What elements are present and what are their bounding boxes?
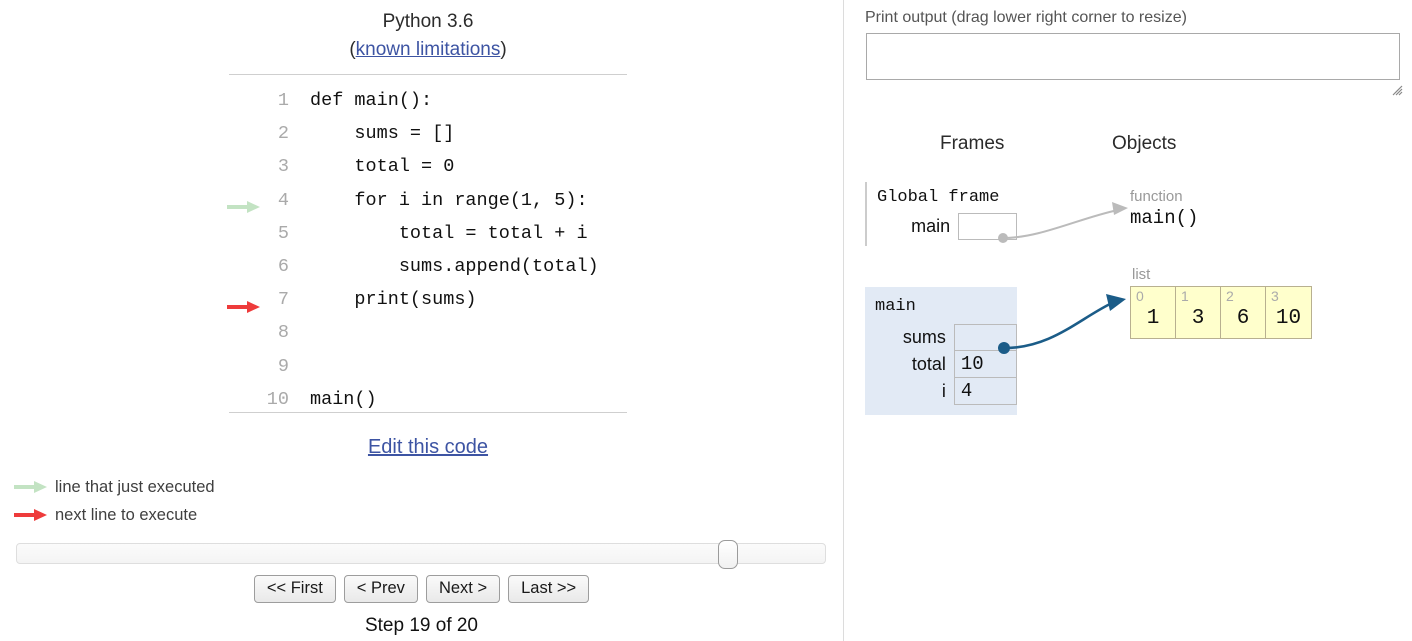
- table-row: main: [867, 213, 1017, 240]
- list-cell: 26: [1221, 287, 1266, 338]
- code-line-3[interactable]: 3 total = 0: [229, 150, 627, 183]
- main-frame-variables: sums total 10 i 4: [865, 324, 1018, 405]
- function-object-name: main(): [1130, 207, 1199, 229]
- line-source: print(sums): [310, 289, 477, 311]
- variable-value-total: 10: [953, 350, 1018, 378]
- code-line-7[interactable]: 7 print(sums): [227, 283, 627, 316]
- next-button[interactable]: Next >: [425, 575, 501, 603]
- objects-heading: Objects: [1112, 133, 1177, 154]
- global-frame: Global frame main: [865, 182, 1017, 246]
- variable-value-i: 4: [953, 377, 1018, 405]
- code-line-9[interactable]: 9: [229, 350, 627, 383]
- python-version-label: Python 3.6: [382, 11, 474, 32]
- prev-button[interactable]: < Prev: [343, 575, 418, 603]
- table-row: sums: [865, 324, 1018, 351]
- line-source: for i in range(1, 5):: [310, 189, 588, 211]
- edit-this-code-link[interactable]: Edit this code: [368, 436, 488, 458]
- list-cell: 01: [1131, 287, 1176, 338]
- code-line-1[interactable]: 1 def main():: [229, 84, 627, 117]
- line-number: 9: [277, 355, 289, 377]
- line-source: total = 0: [310, 156, 455, 178]
- variable-name-i: i: [941, 380, 946, 401]
- variable-name-sums: sums: [902, 327, 946, 347]
- line-number: 8: [277, 322, 289, 344]
- known-limitations-line: (known limitations): [229, 36, 627, 64]
- list-object: list 0 1 1 3 2 6 3 10: [1130, 266, 1312, 339]
- main-frame: main sums total 10 i 4: [865, 287, 1018, 415]
- legend-label-next-line: next line to execute: [55, 505, 198, 524]
- code-bottom-divider: [229, 412, 627, 413]
- list-cell-index: 0: [1136, 288, 1144, 304]
- print-output-textarea[interactable]: [866, 33, 1400, 80]
- line-number: 6: [277, 255, 289, 277]
- resize-grip-icon[interactable]: [1391, 83, 1403, 96]
- legend-label-just-executed: line that just executed: [55, 477, 215, 496]
- list-cells-container: 0 1 1 3 2 6 3 10: [1130, 286, 1312, 339]
- code-top-divider: [229, 74, 627, 75]
- line-number: 3: [277, 156, 289, 178]
- arrow-legend: line that just executed next line to exe…: [14, 473, 215, 529]
- table-row: i 4: [865, 377, 1018, 405]
- list-cell-value: 10: [1275, 307, 1302, 330]
- edit-code-container: Edit this code: [229, 436, 627, 459]
- function-type-label: function: [1130, 188, 1183, 205]
- global-frame-title: Global frame: [877, 188, 1000, 207]
- execution-slider[interactable]: [16, 540, 826, 569]
- paren-close: ): [500, 39, 507, 60]
- variable-name-main: main: [911, 216, 951, 236]
- known-limitations-link[interactable]: known limitations: [356, 39, 501, 60]
- code-line-5[interactable]: 5 total = total + i: [229, 217, 627, 250]
- line-number: 5: [277, 222, 289, 244]
- slider-thumb[interactable]: [718, 540, 739, 569]
- code-line-2[interactable]: 2 sums = []: [229, 117, 627, 150]
- green-arrow-icon: [227, 193, 261, 214]
- variable-name-total: total: [911, 353, 946, 374]
- list-cell: 13: [1176, 287, 1221, 338]
- line-number: 10: [266, 388, 289, 410]
- red-arrow-icon: [14, 508, 48, 522]
- line-number: 1: [277, 90, 289, 111]
- line-source: def main():: [310, 90, 433, 111]
- line-source: sums = []: [310, 123, 455, 145]
- table-row: total 10: [865, 350, 1018, 378]
- global-frame-variables: main: [867, 213, 1017, 240]
- function-object: function main(): [1130, 188, 1198, 230]
- paren-open: (: [349, 39, 356, 60]
- line-source: main(): [310, 388, 377, 410]
- list-cell-value: 1: [1146, 307, 1160, 330]
- list-cell-index: 3: [1271, 288, 1279, 304]
- legend-row-next-line: next line to execute: [14, 501, 215, 529]
- list-cell-value: 3: [1191, 307, 1205, 330]
- step-counter-label: Step 19 of 20: [364, 615, 479, 636]
- variable-value-main: [958, 213, 1017, 240]
- line-source: sums.append(total): [310, 255, 599, 277]
- list-cell: 3 10: [1266, 287, 1311, 338]
- list-cell-value: 6: [1236, 307, 1250, 330]
- main-frame-title: main: [875, 297, 916, 316]
- legend-row-just-executed: line that just executed: [14, 473, 215, 501]
- line-source: total = total + i: [310, 222, 588, 244]
- code-listing: 1 def main(): 2 sums = [] 3 total = 04 for …: [227, 84, 627, 416]
- list-cell-index: 1: [1181, 288, 1189, 304]
- code-line-6[interactable]: 6 sums.append(total): [229, 250, 627, 283]
- code-line-8[interactable]: 8: [229, 316, 627, 349]
- last-button[interactable]: Last >>: [508, 575, 590, 603]
- variable-value-sums: [953, 324, 1018, 351]
- green-arrow-icon: [14, 480, 48, 494]
- line-number: 2: [277, 123, 289, 145]
- print-output-label: Print output (drag lower right corner to…: [865, 9, 1187, 26]
- first-button[interactable]: << First: [253, 575, 336, 603]
- list-cell-index: 2: [1226, 288, 1234, 304]
- code-pane: Python 3.6 (known limitations) 1 def main…: [0, 0, 843, 641]
- navigation-button-group: << First < Prev Next > Last >>: [0, 575, 843, 603]
- code-line-4[interactable]: 4 for i in range(1, 5):: [227, 184, 627, 217]
- list-type-label: list: [1132, 266, 1151, 283]
- python-version-header: Python 3.6 (known limitations): [229, 8, 627, 64]
- code-line-10[interactable]: 10 main(): [229, 383, 627, 416]
- frames-heading: Frames: [940, 133, 1005, 154]
- red-arrow-icon: [227, 293, 261, 313]
